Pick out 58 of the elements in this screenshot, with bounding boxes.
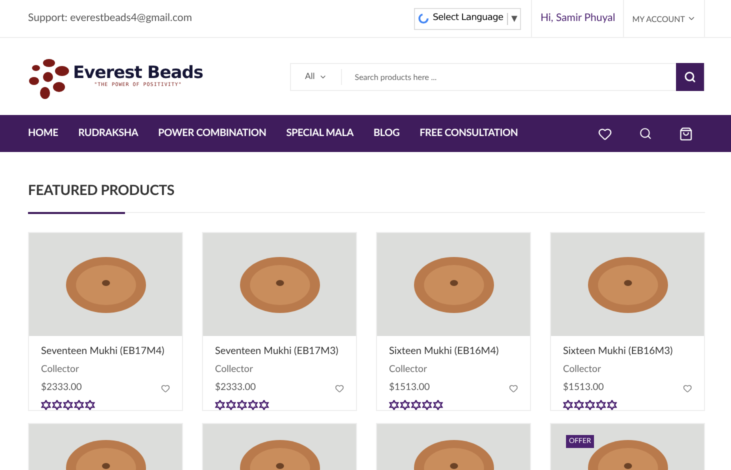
star-icon	[563, 400, 573, 410]
product-name[interactable]: Sixteen Mukhi (EB16M3)	[563, 344, 692, 359]
star-icon	[259, 400, 269, 410]
star-icon	[85, 400, 95, 410]
search-icon	[684, 70, 696, 82]
search-icon[interactable]	[639, 127, 652, 140]
product-name[interactable]: Sixteen Mukhi (EB16M4)	[389, 344, 518, 359]
nav-link[interactable]: HOME	[28, 126, 58, 141]
star-icon	[400, 400, 410, 410]
product-card[interactable]: Seventeen Mukhi (EB17M4) Collector $2333.00	[28, 232, 183, 411]
star-icon	[574, 400, 584, 410]
star-icon	[433, 400, 443, 410]
chevron-down-icon	[687, 14, 696, 23]
star-icon	[226, 400, 236, 410]
star-icon	[74, 400, 84, 410]
star-icon	[411, 400, 421, 410]
star-icon	[237, 400, 247, 410]
nav-link[interactable]: RUDRAKSHA	[78, 126, 138, 141]
star-icon	[248, 400, 258, 410]
section-heading: FEATURED PRODUCTS	[28, 180, 176, 200]
nav-link[interactable]: FREE CONSULTATION	[420, 126, 518, 141]
star-icon	[607, 400, 617, 410]
product-category: Collector	[563, 363, 602, 377]
product-category: Collector	[41, 363, 80, 377]
product-price: $1513.00	[563, 381, 604, 396]
star-icon	[63, 400, 73, 410]
shopping-bag-icon[interactable]	[679, 126, 693, 140]
product-name[interactable]: Seventeen Mukhi (EB17M3)	[215, 344, 344, 359]
nav-link[interactable]: BLOG	[374, 126, 400, 141]
search-field[interactable]: All Search products here ...	[290, 62, 705, 90]
star-icon	[215, 400, 225, 410]
my-account-menu[interactable]: MY ACCOUNT	[623, 0, 705, 38]
star-icon	[596, 400, 606, 410]
language-select[interactable]: Select Language ▼	[414, 8, 522, 30]
star-icon	[52, 400, 62, 410]
product-photo[interactable]	[28, 423, 183, 470]
product-price: $2333.00	[41, 381, 82, 396]
nav-link[interactable]: SPECIAL MALA	[286, 126, 354, 141]
star-icon	[389, 400, 399, 410]
product-name[interactable]: Seventeen Mukhi (EB17M4)	[41, 344, 170, 359]
product-card[interactable]: Sixteen Mukhi (EB16M3) Collector $1513.00	[550, 232, 705, 411]
user-greeting[interactable]: Hi, Samir Phuyal	[531, 0, 616, 38]
product-photo[interactable]	[202, 423, 357, 470]
product-category: Collector	[215, 363, 254, 377]
product-price: $1513.00	[389, 381, 430, 396]
product-price: $2333.00	[215, 381, 256, 396]
product-photo[interactable]	[376, 423, 531, 470]
product-card[interactable]: Sixteen Mukhi (EB16M4) Collector $1513.00	[376, 232, 531, 411]
search-button[interactable]	[676, 62, 704, 90]
star-icon	[41, 400, 51, 410]
product-category: Collector	[389, 363, 428, 377]
support-email: Support: everestbeads4@gmail.com	[28, 10, 192, 26]
nav-link[interactable]: POWER COMBINATION	[158, 126, 266, 141]
product-card[interactable]: Seventeen Mukhi (EB17M3) Collector $2333.00	[202, 232, 357, 411]
star-icon	[422, 400, 432, 410]
category-dropdown[interactable]: All	[291, 68, 342, 84]
logo-wordmark: Everest Beads	[73, 64, 204, 82]
star-icon	[585, 400, 595, 410]
